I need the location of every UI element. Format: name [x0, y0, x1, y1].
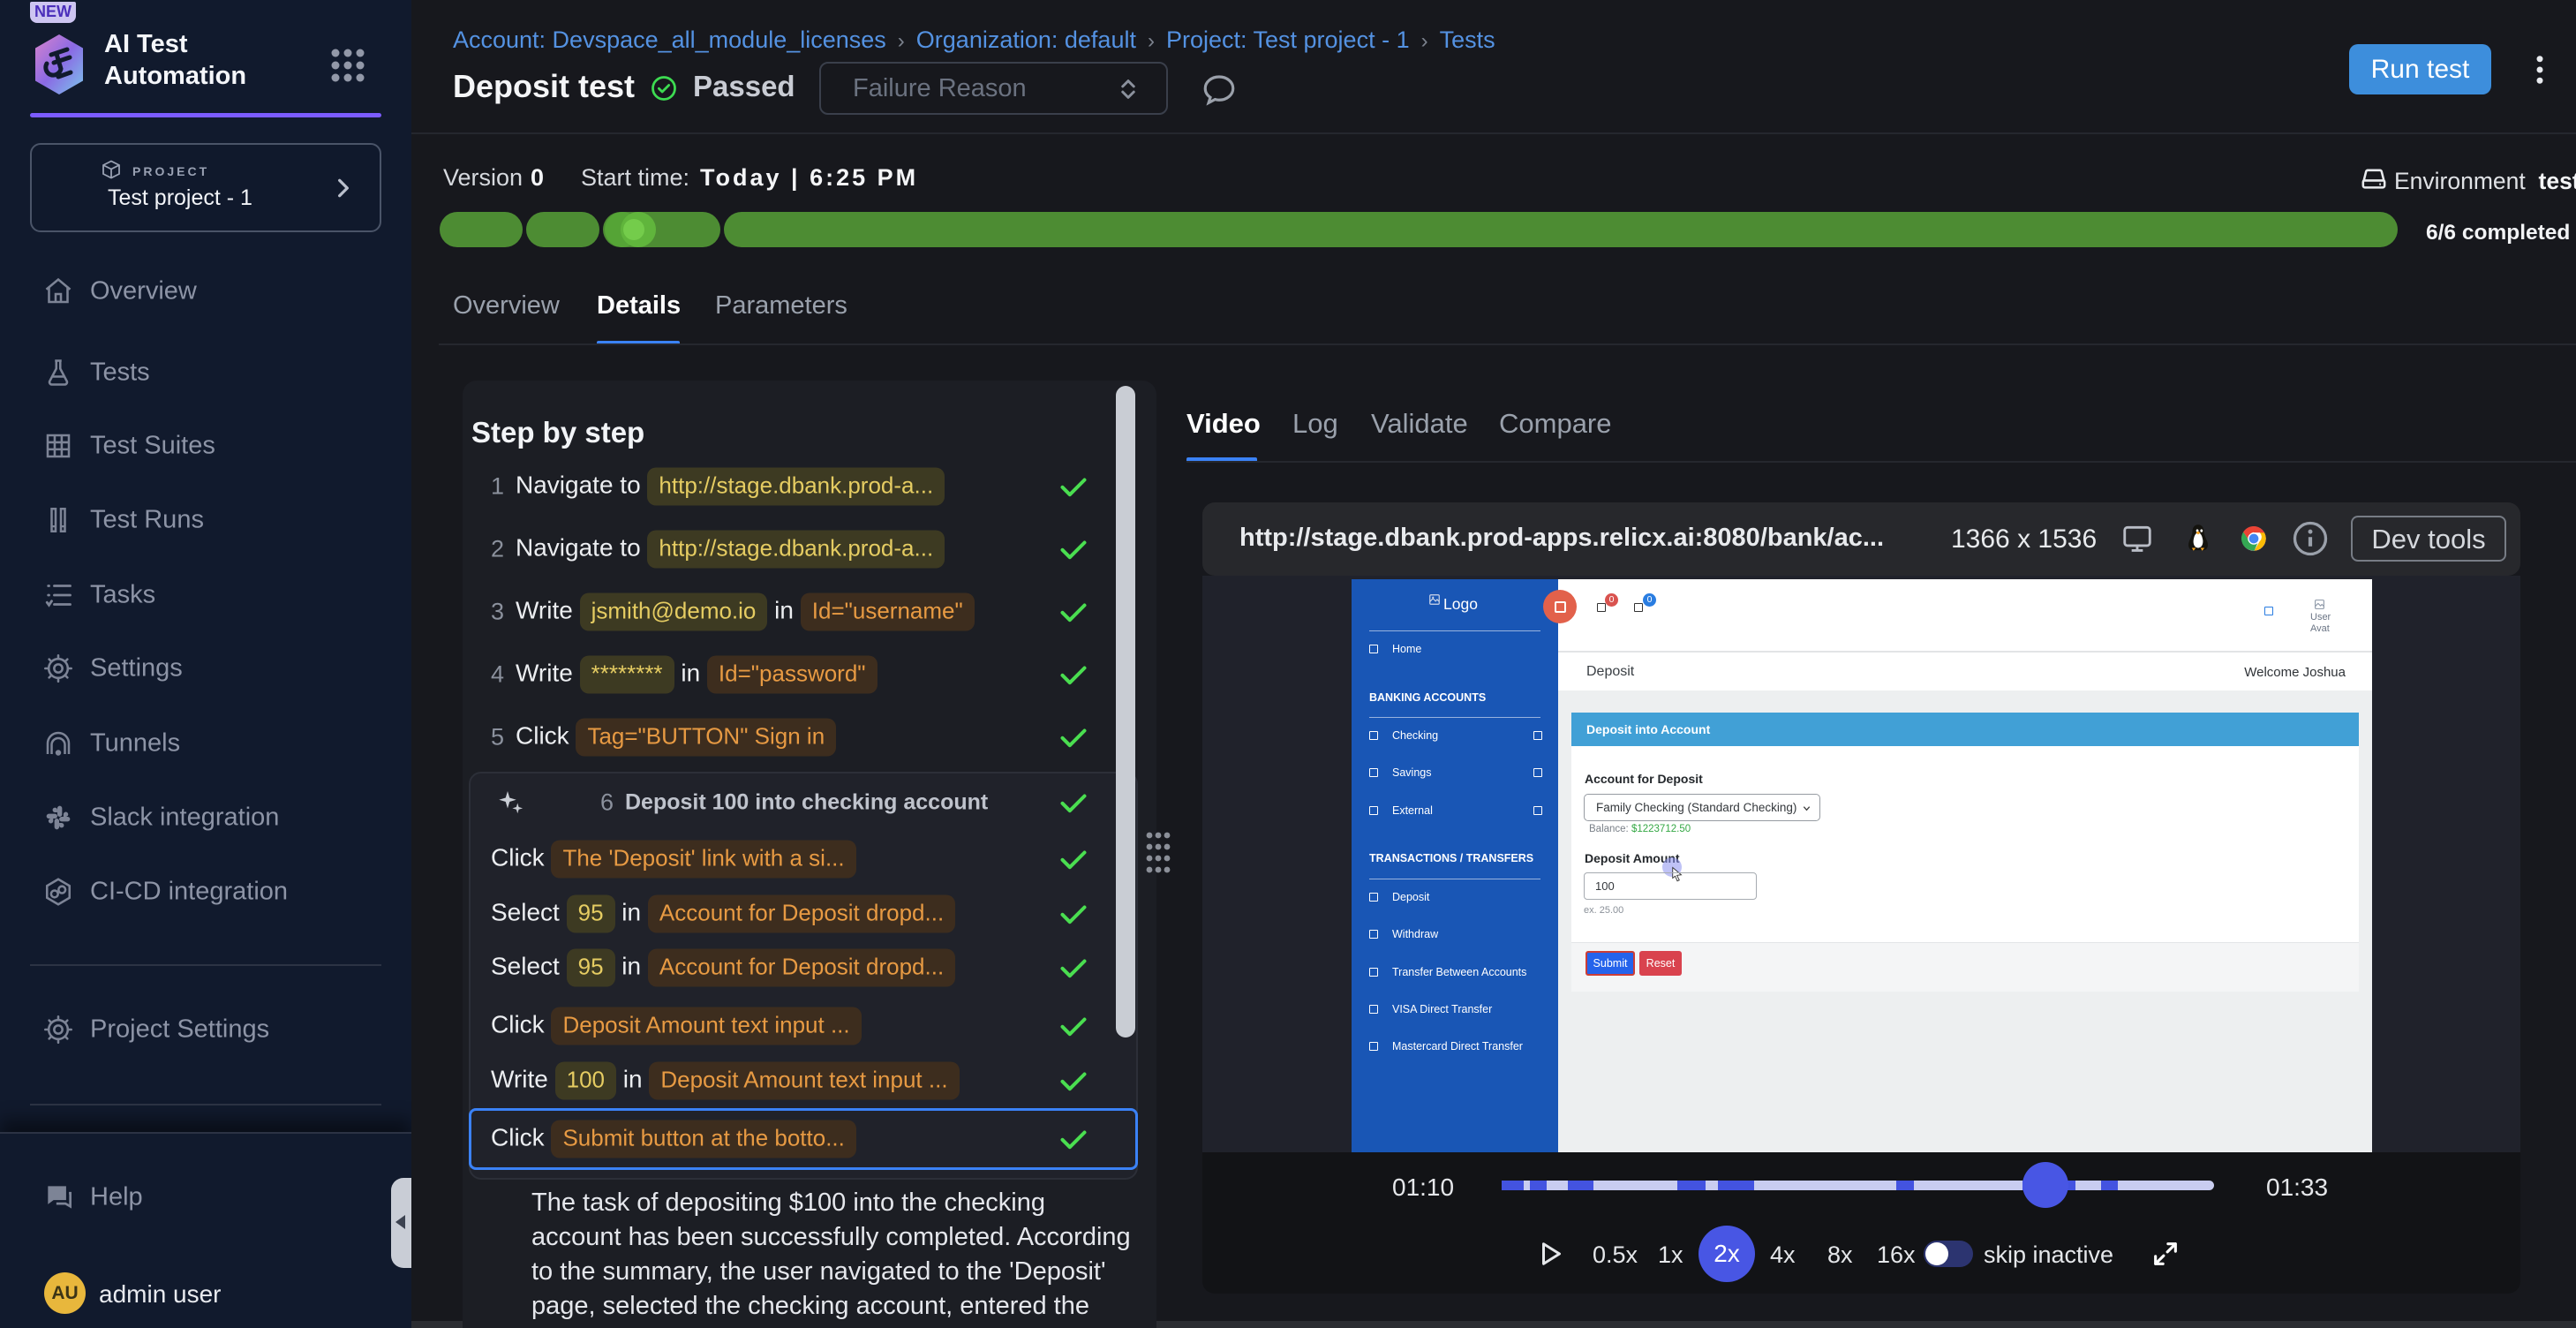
- svg-text:?: ?: [52, 1187, 60, 1201]
